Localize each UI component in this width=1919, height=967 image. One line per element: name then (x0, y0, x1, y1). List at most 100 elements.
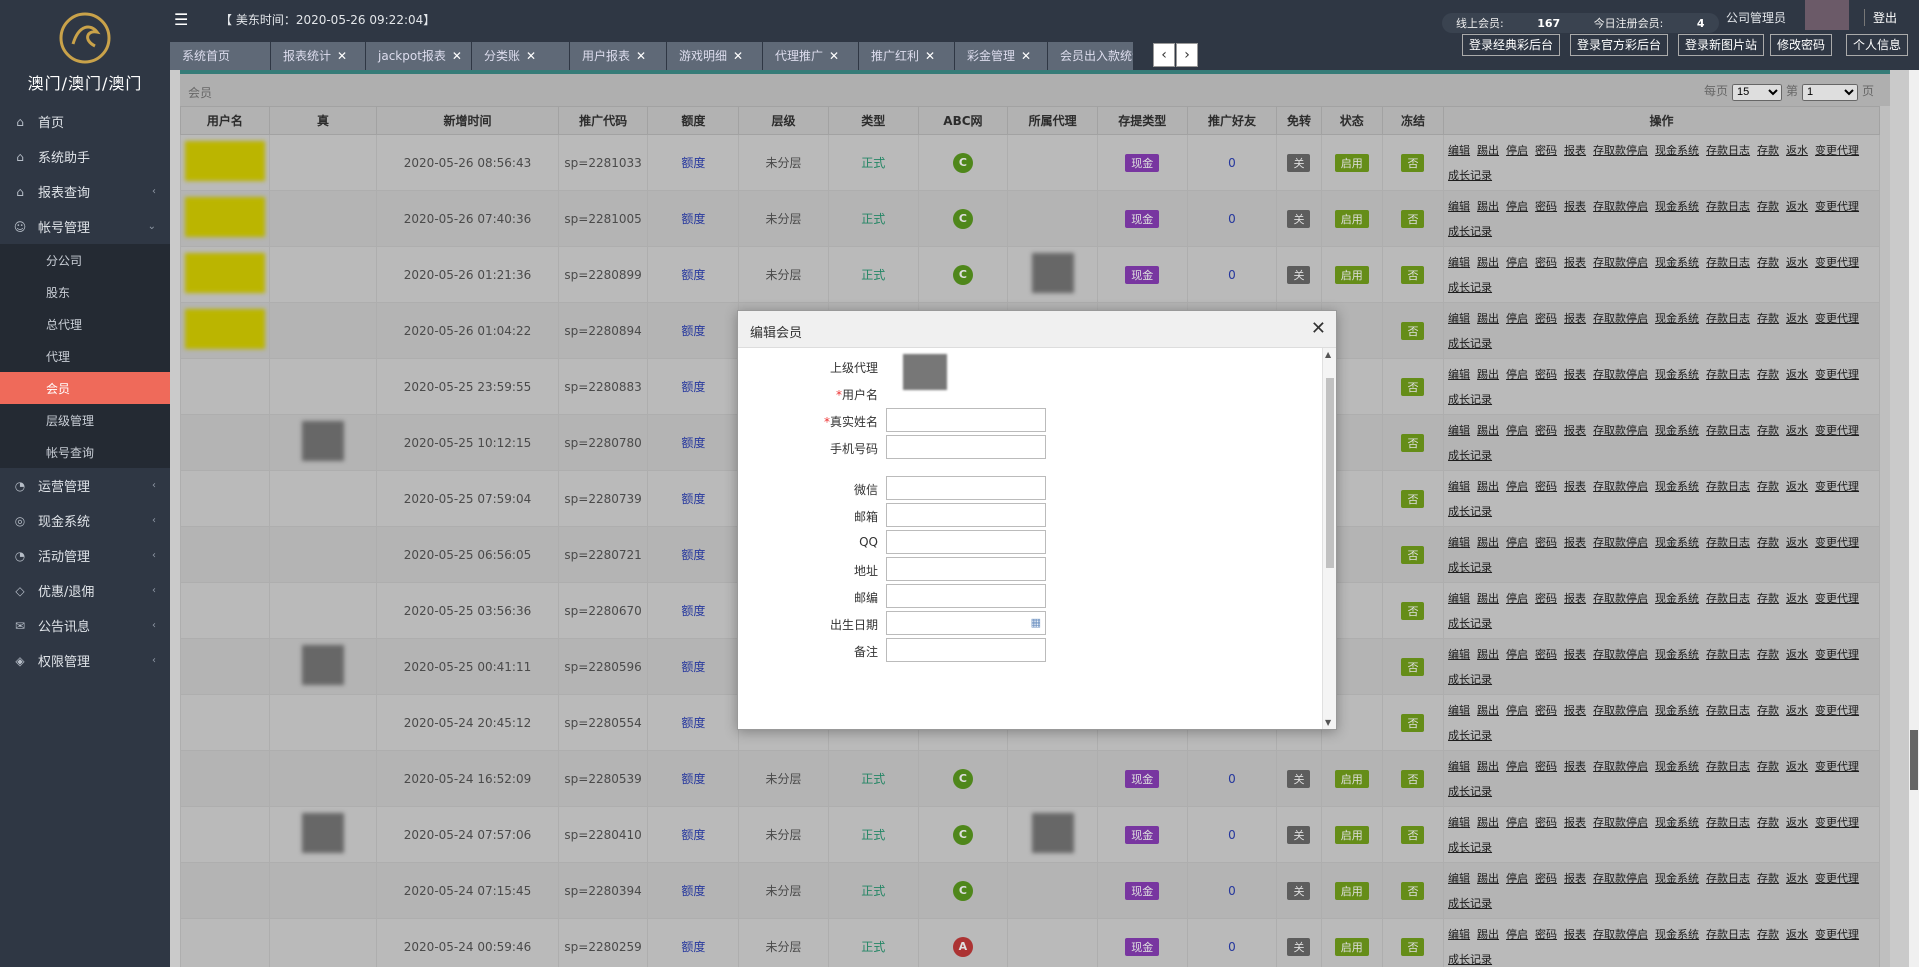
toolbar-button[interactable]: 登录经典彩后台 (1462, 34, 1561, 56)
tab-item[interactable]: 报表统计 ✕ (271, 42, 366, 70)
field-input[interactable] (886, 408, 1046, 432)
logout-link[interactable]: 登出 (1864, 9, 1897, 26)
close-tab-icon[interactable]: ✕ (925, 49, 935, 63)
scroll-down-icon[interactable]: ▼ (1325, 718, 1331, 727)
close-icon[interactable]: ✕ (1311, 318, 1326, 339)
toolbar-button[interactable]: 个人信息 (1846, 34, 1909, 56)
sidebar-subitem[interactable]: 代理 (0, 340, 170, 372)
sidebar-item-3[interactable]: ☺ 帐号管理 ⌄ (0, 209, 170, 244)
sidebar-item-section[interactable]: ◇ 优惠/退佣 ‹ (0, 573, 170, 608)
field-input[interactable]: ▦ (886, 611, 1046, 635)
close-tab-icon[interactable]: ✕ (1021, 49, 1031, 63)
chevron-left-icon: ‹ (152, 585, 156, 596)
admin-name: 公司管理员 (1726, 11, 1787, 25)
today-label: 今日注册会员: (1593, 17, 1664, 30)
field-label: 手机号码 (830, 440, 878, 457)
chevron-left-icon: ‹ (152, 655, 156, 666)
bank-icon: ⌂ (16, 149, 24, 164)
logo-text: 澳门/澳门/澳门 (27, 74, 143, 93)
sidebar-item-label: 帐号管理 (38, 221, 91, 236)
close-tab-icon[interactable]: ✕ (337, 49, 347, 63)
calendar-icon[interactable]: ▦ (1031, 616, 1041, 629)
chevron-left-icon: ‹ (152, 620, 156, 631)
field-input[interactable] (886, 557, 1046, 581)
sidebar-item-0[interactable]: ⌂ 首页 (0, 104, 170, 139)
sidebar-subitem[interactable]: 总代理 (0, 308, 170, 340)
menu-toggle-icon[interactable]: ☰ (174, 10, 188, 29)
toolbar-button[interactable]: 登录官方彩后台 (1570, 34, 1669, 56)
form-row: 上级代理 (738, 354, 1038, 390)
home-icon: ⌂ (16, 114, 24, 129)
chevron-left-icon: ‹ (152, 480, 156, 491)
sidebar-subitem[interactable]: 分公司 (0, 244, 170, 276)
sidebar-subitem[interactable]: 层级管理 (0, 404, 170, 436)
sidebar-subitem[interactable]: 帐号查询 (0, 436, 170, 468)
tab-item[interactable]: 用户报表 ✕ (570, 42, 667, 70)
tab-item[interactable]: 会员出入款统计 (1048, 42, 1134, 70)
tab-item[interactable]: 系统首页 (170, 42, 271, 70)
scroll-up-icon[interactable]: ▲ (1325, 350, 1331, 359)
tab-item[interactable]: 推广红利 ✕ (859, 42, 955, 70)
form-row: 微信 (738, 476, 1046, 502)
tab-item[interactable]: 分类账 ✕ (472, 42, 570, 70)
field-label: QQ (859, 535, 878, 549)
sidebar-subitem[interactable]: 会员 (0, 372, 170, 404)
field-input[interactable] (886, 476, 1046, 500)
field-input[interactable] (886, 503, 1046, 527)
tab-next-icon[interactable]: › (1176, 43, 1198, 67)
field-input[interactable] (886, 435, 1046, 459)
sidebar-item-label: 现金系统 (38, 515, 91, 530)
field-label: 微信 (854, 481, 878, 498)
tab-prev-icon[interactable]: ‹ (1153, 43, 1175, 67)
tab-label: 分类账 (484, 49, 521, 63)
close-tab-icon[interactable]: ✕ (733, 49, 743, 63)
close-tab-icon[interactable]: ✕ (452, 49, 462, 63)
tab-label: 报表统计 (283, 49, 332, 63)
online-count: 167 (1537, 17, 1561, 30)
sidebar-item-section[interactable]: ◔ 活动管理 ‹ (0, 538, 170, 573)
chevron-down-icon: ⌄ (147, 221, 156, 232)
sidebar-item-section[interactable]: ◈ 权限管理 ‹ (0, 643, 170, 678)
tab-label: 游戏明细 (679, 49, 728, 63)
dialog-scrollbar[interactable]: ▲ ▼ (1322, 348, 1336, 729)
sidebar-item-1[interactable]: ⌂ 系统助手 (0, 139, 170, 174)
page-scrollbar[interactable] (1909, 70, 1919, 967)
sidebar-item-label: 系统助手 (38, 151, 91, 166)
sidebar-item-section[interactable]: ✉ 公告讯息 ‹ (0, 608, 170, 643)
tab-item[interactable]: jackpot报表 ✕ (366, 42, 472, 70)
tab-label: 代理推广 (775, 49, 824, 63)
form-row: *真实姓名 (738, 408, 1046, 434)
form-row: 地址 (738, 557, 1046, 583)
field-label: 邮编 (854, 589, 878, 606)
time-label: 【 美东时间：2020-05-26 09:22:04】 (220, 13, 436, 27)
tab-item[interactable]: 彩金管理 ✕ (955, 42, 1048, 70)
sidebar-item-section[interactable]: ◔ 运营管理 ‹ (0, 468, 170, 503)
field-label-text: 备注 (853, 645, 878, 659)
toolbar-button[interactable]: 修改密码 (1770, 34, 1833, 56)
chevron-left-icon: ‹ (152, 550, 156, 561)
logo: 澳门/澳门/澳门 (0, 0, 170, 104)
field-input[interactable] (886, 584, 1046, 608)
today-count: 4 (1696, 17, 1705, 30)
sidebar-item-section[interactable]: ◎ 现金系统 ‹ (0, 503, 170, 538)
member-stats: 线上会员: 167 今日注册会员: 4 (1442, 13, 1719, 33)
sidebar-subitem[interactable]: 股东 (0, 276, 170, 308)
top-bar: ☰ 【 美东时间：2020-05-26 09:22:04】 线上会员: 167 … (170, 0, 1919, 38)
dialog-title: 编辑会员 (750, 326, 803, 341)
form-row: 出生日期 ▦ (738, 611, 1046, 637)
field-input[interactable] (886, 638, 1046, 662)
tab-item[interactable]: 游戏明细 ✕ (667, 42, 763, 70)
close-tab-icon[interactable]: ✕ (636, 49, 646, 63)
close-tab-icon[interactable]: ✕ (829, 49, 839, 63)
avatar[interactable] (1805, 0, 1849, 30)
toolbar-button[interactable]: 登录新图片站 (1678, 34, 1765, 56)
form-row: 邮编 (738, 584, 1046, 610)
tab-label: 彩金管理 (967, 49, 1016, 63)
field-input[interactable] (886, 530, 1046, 554)
sidebar-item-2[interactable]: ⌂ 报表查询 ‹ (0, 174, 170, 209)
tab-item[interactable]: 代理推广 ✕ (763, 42, 859, 70)
close-tab-icon[interactable]: ✕ (526, 49, 536, 63)
sidebar: 澳门/澳门/澳门 ⌂ 首页 ⌂ 系统助手 ⌂ 报表查询 ‹ ☺ 帐号管理 ⌄ 分公司 股东 总代理 代理… (0, 0, 170, 967)
bank-icon: ⌂ (16, 184, 24, 199)
sidebar-item-label: 首页 (38, 116, 65, 131)
